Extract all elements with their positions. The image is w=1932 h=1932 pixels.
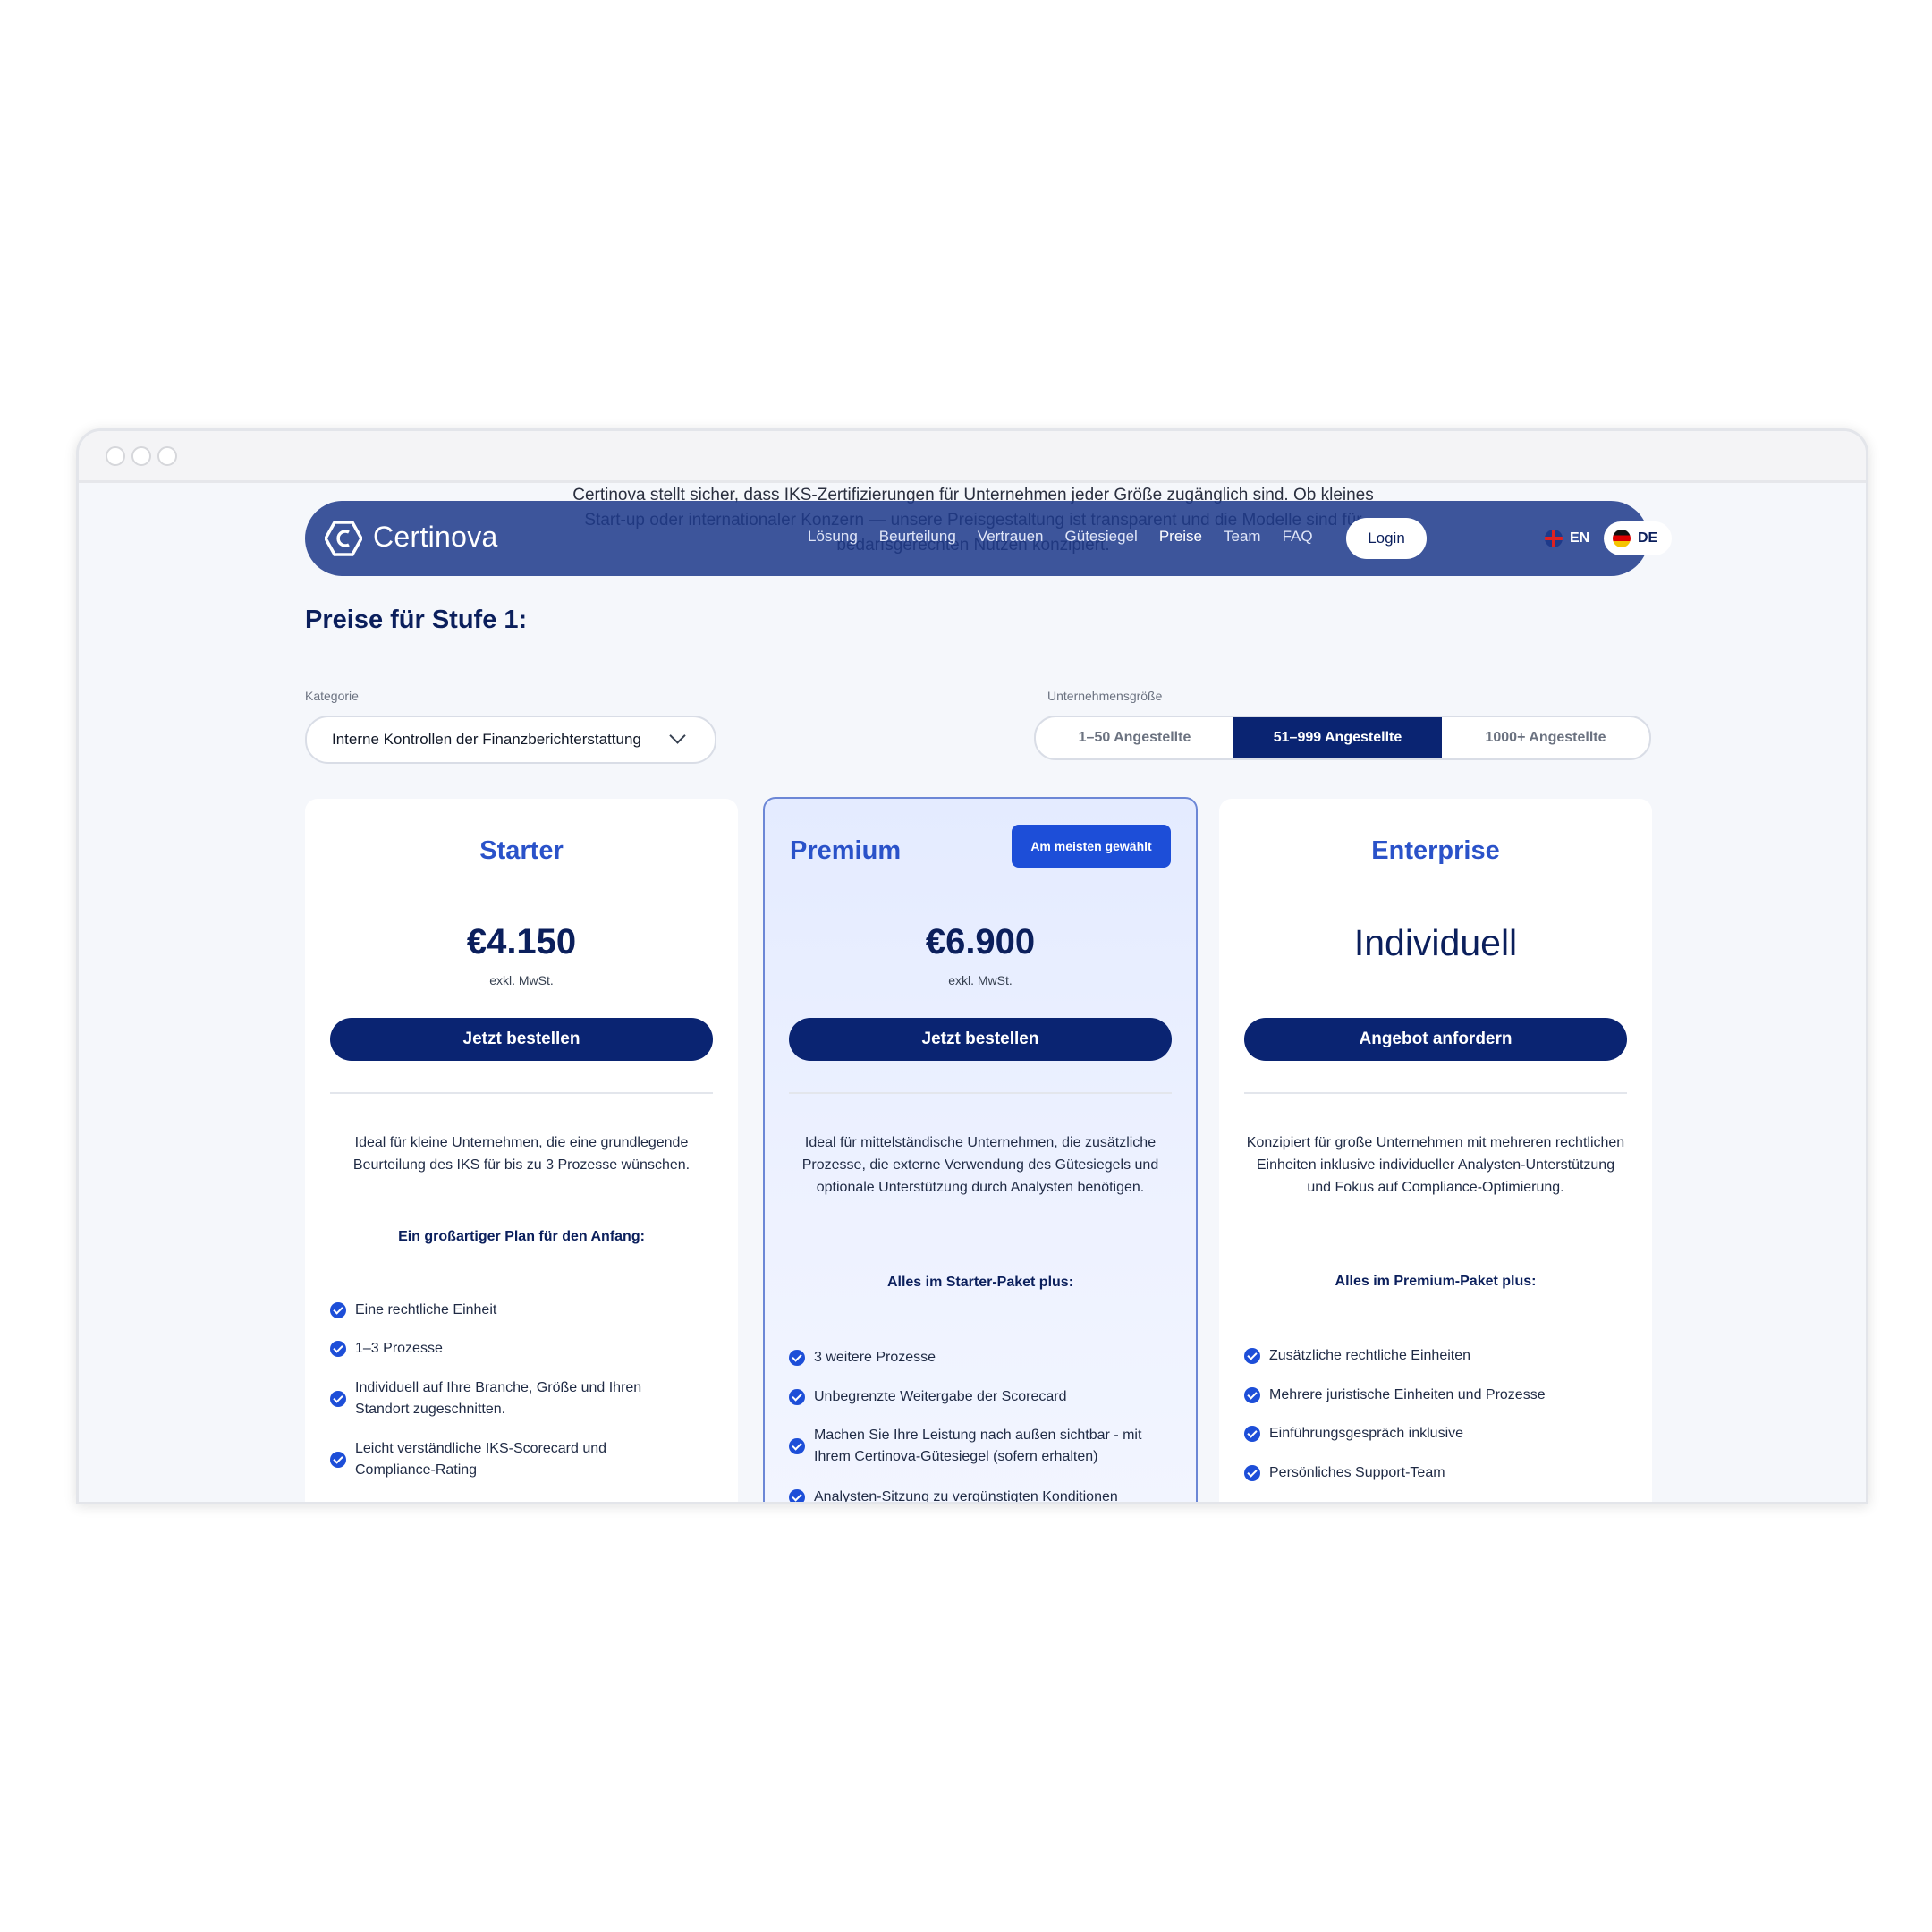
check-circle-icon <box>789 1438 805 1454</box>
top-navbar: Certinova Lösung Beurteilung Vertrauen G… <box>305 501 1673 576</box>
plan-card-starter: Starter €4.150 exkl. MwSt. Jetzt bestell… <box>305 799 738 1502</box>
check-circle-icon <box>330 1302 346 1318</box>
features-heading: Alles im Starter-Paket plus: <box>886 1275 1074 1290</box>
check-circle-icon <box>789 1350 805 1366</box>
check-circle-icon <box>1244 1348 1260 1364</box>
feature-item: Mehrere juristische Einheiten und Prozes… <box>1244 1385 1627 1406</box>
window-control-close[interactable] <box>106 446 125 466</box>
size-option-51-999[interactable]: 51–999 Angestellte <box>1233 717 1442 758</box>
size-option-1000-plus[interactable]: 1000+ Angestellte <box>1442 717 1649 758</box>
plan-price: €4.150 <box>466 922 577 962</box>
uk-flag-icon <box>1545 530 1563 547</box>
check-circle-icon <box>330 1452 346 1468</box>
chevron-down-icon <box>669 727 686 744</box>
plan-name: Enterprise <box>1371 836 1500 865</box>
feature-item: Unbegrenzte Weitergabe der Scorecard <box>789 1386 1172 1408</box>
feature-item: Einführungsgespräch inklusive <box>1244 1423 1627 1445</box>
check-circle-icon <box>330 1341 346 1357</box>
order-starter-button[interactable]: Jetzt bestellen <box>330 1018 713 1061</box>
feature-item: 3 weitere Prozesse <box>789 1347 1172 1368</box>
nav-link-guetesiegel[interactable]: Gütesiegel <box>1065 528 1138 546</box>
nav-link-faq[interactable]: FAQ <box>1283 528 1313 546</box>
feature-item: Zusätzliche rechtliche Einheiten <box>1244 1345 1627 1367</box>
plan-price: Individuell <box>1353 922 1518 963</box>
feature-item: 1–3 Prozesse <box>330 1338 713 1360</box>
divider <box>789 1092 1172 1094</box>
brand-name[interactable]: Certinova <box>373 521 498 554</box>
browser-titlebar <box>79 431 1866 483</box>
nav-link-loesung[interactable]: Lösung <box>808 528 858 546</box>
window-control-maximize[interactable] <box>157 446 177 466</box>
feature-item: Leicht verständliche IKS-Scorecard und C… <box>330 1438 713 1481</box>
language-en-toggle[interactable]: EN <box>1545 521 1589 555</box>
plan-vat-note: exkl. MwSt. <box>489 973 554 987</box>
plan-card-premium: Premium Am meisten gewählt €6.900 exkl. … <box>763 797 1198 1502</box>
most-chosen-badge: Am meisten gewählt <box>1012 825 1171 868</box>
category-select-value: Interne Kontrollen der Finanzberichterst… <box>332 731 641 748</box>
nav-links: Lösung Beurteilung Vertrauen Gütesiegel … <box>808 528 1313 546</box>
check-circle-icon <box>1244 1465 1260 1481</box>
language-de-label: DE <box>1638 530 1658 546</box>
check-circle-icon <box>1244 1426 1260 1442</box>
feature-item: Persönliches Support-Team <box>1244 1462 1627 1484</box>
nav-link-beurteilung[interactable]: Beurteilung <box>879 528 956 546</box>
plan-card-enterprise: Enterprise Individuell Angebot anfordern… <box>1219 799 1652 1502</box>
plan-vat-note: exkl. MwSt. <box>948 973 1013 987</box>
feature-item: Machen Sie Ihre Leistung nach außen sich… <box>789 1425 1172 1468</box>
browser-window: Certinova stellt sicher, dass IKS-Zertif… <box>76 428 1868 1504</box>
login-button[interactable]: Login <box>1346 518 1427 559</box>
feature-item: Eine rechtliche Einheit <box>330 1300 713 1321</box>
category-label: Kategorie <box>305 689 359 703</box>
nav-link-preise[interactable]: Preise <box>1159 528 1202 546</box>
features-heading: Ein großartiger Plan für den Anfang: <box>398 1229 645 1244</box>
window-control-minimize[interactable] <box>131 446 151 466</box>
features-heading: Alles im Premium-Paket plus: <box>1335 1274 1537 1289</box>
check-circle-icon <box>1244 1387 1260 1403</box>
certinova-logo-icon[interactable] <box>325 521 362 556</box>
size-option-1-50[interactable]: 1–50 Angestellte <box>1036 717 1233 758</box>
language-en-label: EN <box>1570 530 1590 546</box>
check-circle-icon <box>789 1489 805 1502</box>
feature-item: Analysten-Sitzung zu vergünstigten Kondi… <box>789 1487 1172 1502</box>
plan-description: Konzipiert für große Unternehmen mit meh… <box>1246 1135 1625 1195</box>
check-circle-icon <box>330 1391 346 1407</box>
plan-name: Starter <box>479 836 564 865</box>
check-circle-icon <box>789 1389 805 1405</box>
plan-description: Ideal für kleine Unternehmen, die eine g… <box>352 1135 691 1173</box>
company-size-selector: 1–50 Angestellte 51–999 Angestellte 1000… <box>1034 716 1651 760</box>
feature-item: Individuell auf Ihre Branche, Größe und … <box>330 1377 713 1420</box>
company-size-label: Unternehmensgröße <box>1047 689 1163 703</box>
divider <box>330 1092 713 1094</box>
page-title: Preise für Stufe 1: <box>305 606 528 634</box>
category-select[interactable]: Interne Kontrollen der Finanzberichterst… <box>305 716 716 764</box>
request-quote-button[interactable]: Angebot anfordern <box>1244 1018 1627 1061</box>
divider <box>1244 1092 1627 1094</box>
plan-description: Ideal für mittelständische Unternehmen, … <box>801 1135 1159 1195</box>
german-flag-icon <box>1613 530 1631 547</box>
order-premium-button[interactable]: Jetzt bestellen <box>789 1018 1172 1061</box>
page-viewport: Certinova stellt sicher, dass IKS-Zertif… <box>79 483 1866 1502</box>
language-de-toggle[interactable]: DE <box>1604 521 1673 555</box>
nav-link-team[interactable]: Team <box>1224 528 1261 546</box>
nav-link-vertrauen[interactable]: Vertrauen <box>978 528 1044 546</box>
plan-price: €6.900 <box>925 922 1036 962</box>
